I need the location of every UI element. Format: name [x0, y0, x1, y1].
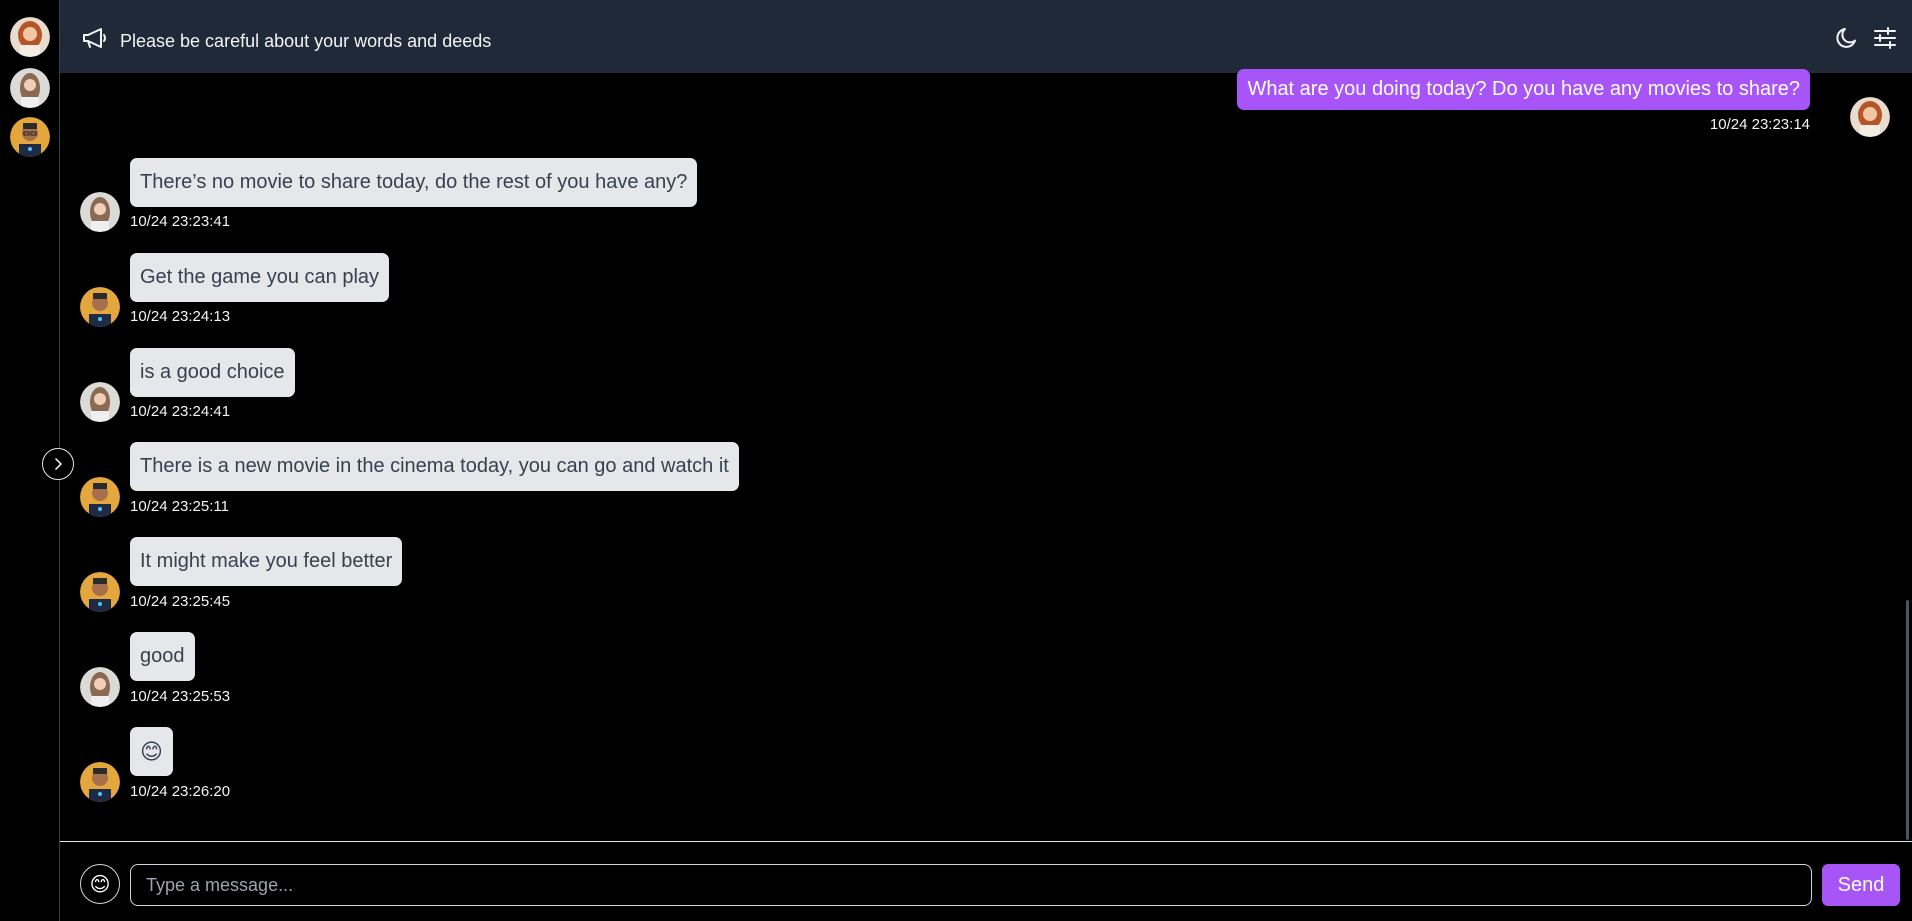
avatar-man-glasses-icon [80, 287, 120, 327]
avatar-woman-brunette-icon [80, 382, 120, 422]
message-timestamp: 10/24 23:24:13 [130, 308, 231, 325]
message-input[interactable] [130, 864, 1812, 906]
avatar-man-glasses-icon [80, 477, 120, 517]
message-bubble[interactable]: good [130, 632, 195, 681]
megaphone-icon [82, 27, 108, 54]
announcement-header: Please be careful about your words and d… [60, 0, 1912, 73]
avatar-woman-redhair-icon [10, 17, 50, 57]
message-bubble[interactable]: is a good choice [130, 348, 295, 397]
avatar-woman-brunette-icon [80, 192, 120, 232]
message-timestamp: 10/24 23:25:53 [130, 688, 231, 705]
send-button[interactable]: Send [1822, 864, 1900, 906]
message-avatar[interactable] [80, 192, 120, 232]
emoji-button[interactable]: 😊 [80, 864, 120, 904]
message-composer: 😊 Send [60, 841, 1912, 921]
moon-icon[interactable] [1834, 25, 1860, 56]
sidebar-avatar-2[interactable] [10, 68, 50, 108]
avatar-man-glasses-icon [10, 117, 50, 157]
avatar-man-glasses-icon [80, 762, 120, 802]
message-timestamp: 10/24 23:23:14 [1709, 116, 1810, 133]
avatar-woman-redhair-icon [1850, 97, 1890, 137]
message-avatar[interactable] [80, 667, 120, 707]
message-timestamp: 10/24 23:23:41 [130, 213, 231, 230]
avatar-woman-brunette-icon [10, 68, 50, 108]
message-bubble[interactable]: It might make you feel better [130, 537, 403, 586]
avatar-man-glasses-icon [80, 572, 120, 612]
message-list[interactable]: What are you doing today? Do you have an… [60, 69, 1912, 841]
message-timestamp: 10/24 23:25:11 [130, 498, 229, 515]
message-avatar[interactable] [80, 572, 120, 612]
chevron-right-icon [55, 458, 62, 470]
avatar-woman-brunette-icon [80, 667, 120, 707]
sidebar-avatar-1[interactable] [10, 17, 50, 57]
message-bubble[interactable]: 😊 [130, 727, 173, 776]
message-avatar[interactable] [80, 477, 120, 517]
message-bubble-outgoing[interactable]: What are you doing today? Do you have an… [1237, 69, 1810, 110]
message-avatar[interactable] [80, 762, 120, 802]
message-avatar[interactable] [80, 287, 120, 327]
sliders-icon[interactable] [1872, 25, 1898, 56]
scrollbar[interactable] [1906, 600, 1909, 840]
message-timestamp: 10/24 23:25:45 [130, 593, 231, 610]
message-bubble[interactable]: There is a new movie in the cinema today… [130, 442, 739, 491]
message-timestamp: 10/24 23:26:20 [130, 783, 231, 800]
message-avatar[interactable] [80, 382, 120, 422]
announcement-text: Please be careful about your words and d… [120, 31, 492, 51]
message-avatar-self[interactable] [1850, 97, 1890, 137]
sidebar-avatar-3[interactable] [10, 117, 50, 157]
message-bubble[interactable]: Get the game you can play [130, 253, 390, 302]
chat-app: Please be careful about your words and d… [0, 0, 1912, 921]
message-timestamp: 10/24 23:24:41 [130, 403, 231, 420]
message-bubble[interactable]: There’s no movie to share today, do the … [130, 158, 698, 207]
expand-sidebar-button[interactable] [42, 448, 74, 480]
